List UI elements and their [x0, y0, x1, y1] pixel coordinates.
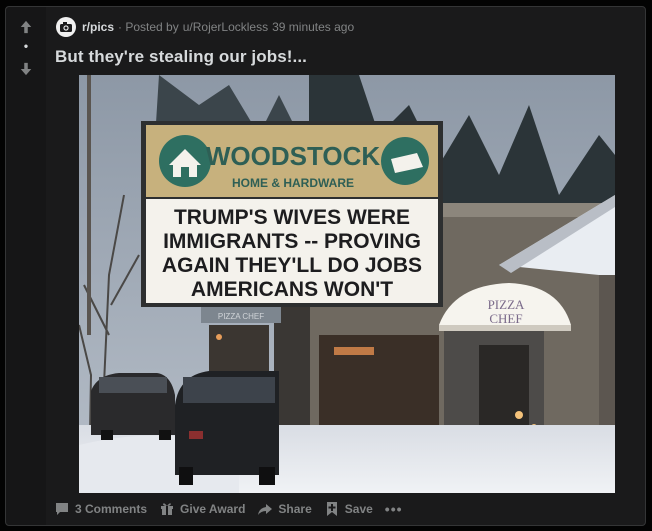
sign-line-2: IMMIGRANTS -- PROVING — [163, 230, 421, 253]
posted-by-label: · Posted by — [118, 20, 179, 34]
comments-label: 3 Comments — [75, 502, 148, 516]
comment-icon — [56, 503, 68, 515]
give-award-button[interactable]: Give Award — [159, 501, 245, 517]
subreddit-icon[interactable] — [56, 17, 76, 37]
vote-score: • — [23, 39, 29, 53]
awning-text-1: PIZZA — [488, 297, 525, 312]
upvote-button[interactable] — [18, 19, 34, 35]
post-image[interactable]: PIZZA CHEF PIZZA CHEF WOODSTOCK HOME & H… — [79, 75, 615, 493]
sign-store-sub: HOME & HARDWARE — [232, 176, 354, 190]
photo-woodstock-sign: PIZZA CHEF PIZZA CHEF WOODSTOCK HOME & H… — [79, 75, 615, 493]
sign-line-3: AGAIN THEY'LL DO JOBS — [162, 254, 422, 277]
post-title[interactable]: But they're stealing our jobs!... — [55, 47, 307, 67]
arrow-down-icon — [20, 62, 32, 76]
save-button[interactable]: Save — [324, 501, 373, 517]
post-actions: 3 Comments Give Award Share Save ••• — [54, 499, 415, 519]
award-label: Give Award — [180, 502, 246, 516]
post-card[interactable]: • r/pics · Posted by u/RojerLockless 39 … — [5, 6, 646, 526]
vote-column: • — [6, 7, 46, 525]
ellipsis-icon: ••• — [384, 501, 403, 517]
arrow-up-icon — [20, 20, 32, 34]
share-label: Share — [278, 502, 312, 516]
share-button[interactable]: Share — [257, 501, 312, 517]
bookmark-plus-icon — [326, 502, 337, 516]
more-options-button[interactable]: ••• — [385, 501, 403, 517]
author-link[interactable]: u/RojerLockless — [183, 20, 268, 34]
post-meta: r/pics · Posted by u/RojerLockless 39 mi… — [56, 17, 354, 37]
camera-icon — [60, 22, 72, 32]
save-label: Save — [344, 502, 373, 516]
small-sign-text: PIZZA CHEF — [218, 312, 264, 321]
sign-line-1: TRUMP'S WIVES WERE — [174, 206, 410, 229]
comments-button[interactable]: 3 Comments — [54, 501, 147, 517]
post-age: 39 minutes ago — [272, 20, 355, 34]
downvote-button[interactable] — [18, 61, 34, 77]
share-arrow-icon — [258, 504, 273, 515]
subreddit-link[interactable]: r/pics — [82, 20, 114, 34]
sign-store-name: WOODSTOCK — [206, 141, 381, 171]
gift-icon — [161, 503, 174, 515]
sign-line-4: AMERICANS WON'T — [191, 278, 393, 301]
awning-text-2: CHEF — [489, 311, 522, 326]
